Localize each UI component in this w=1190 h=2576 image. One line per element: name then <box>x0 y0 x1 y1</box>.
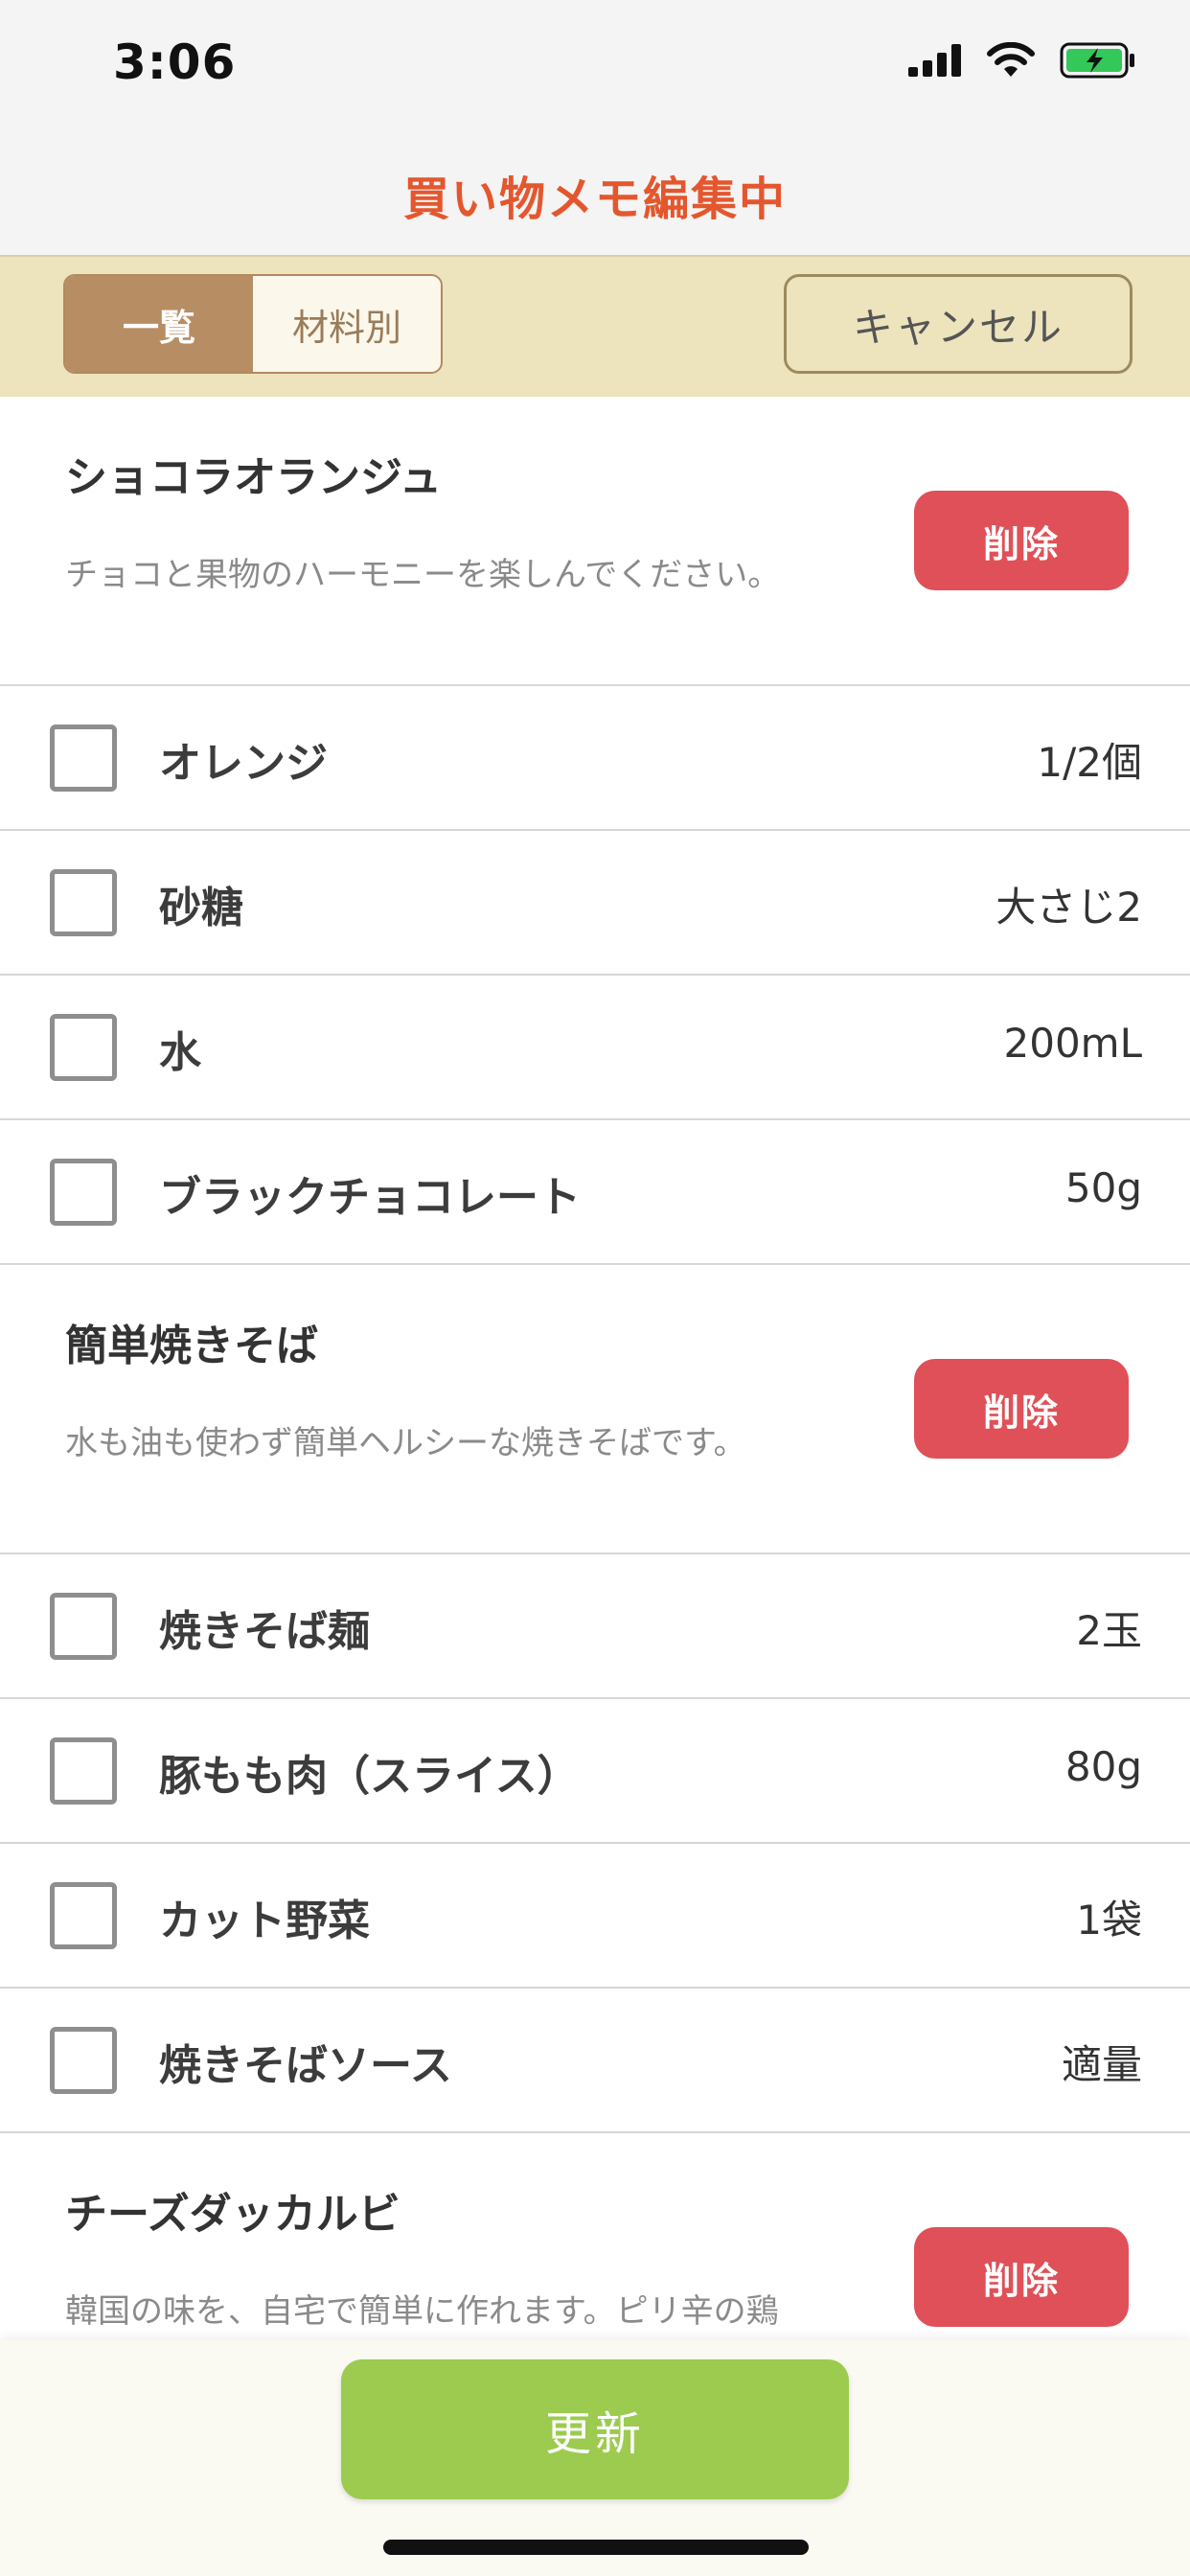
ingredient-row[interactable]: 焼きそばソース 適量 <box>0 1989 1190 2133</box>
ingredient-name: 豚もも肉（スライス） <box>159 1752 580 1801</box>
segment-by-ingredient[interactable]: 材料別 <box>253 276 441 372</box>
ingredient-quantity: 2玉 <box>1076 1607 1142 1654</box>
ingredient-checkbox[interactable] <box>50 1882 117 1949</box>
update-button[interactable]: 更新 <box>341 2359 849 2499</box>
bottom-bar: 更新 <box>0 2340 1190 2576</box>
ingredient-name: 砂糖 <box>159 884 243 932</box>
ingredient-checkbox[interactable] <box>50 869 117 936</box>
ingredient-row[interactable]: ブラックチョコレート 50g <box>0 1120 1190 1265</box>
home-indicator[interactable] <box>383 2540 809 2555</box>
ingredient-row[interactable]: 豚もも肉（スライス） 80g <box>0 1699 1190 1844</box>
battery-charging-icon <box>1060 42 1134 79</box>
ingredient-row[interactable]: 水 200mL <box>0 976 1190 1120</box>
ingredient-quantity: 80g <box>1064 1743 1142 1790</box>
recipe-header: 簡単焼きそば 水も油も使わず簡単ヘルシーな焼きそばです。 削除 <box>0 1265 1190 1554</box>
delete-button[interactable]: 削除 <box>914 2227 1129 2327</box>
ingredient-quantity: 大さじ2 <box>995 884 1142 931</box>
ingredient-quantity: 50g <box>1064 1164 1142 1211</box>
view-segmented-control: 一覧 材料別 <box>63 274 443 374</box>
recipe-description: チョコと果物のハーモニーを楽しんでください。 <box>65 556 781 594</box>
ingredient-name: 焼きそば麺 <box>159 1607 370 1656</box>
toolbar: 一覧 材料別 キャンセル <box>0 257 1190 397</box>
ingredient-checkbox[interactable] <box>50 724 117 792</box>
recipe-title: 簡単焼きそば <box>65 1322 318 1370</box>
recipe-description: 韓国の味を、自宅で簡単に作れます。ピリ辛の鶏 <box>65 2292 779 2331</box>
ingredient-checkbox[interactable] <box>50 1737 117 1805</box>
ingredient-row[interactable]: 砂糖 大さじ2 <box>0 831 1190 976</box>
delete-button[interactable]: 削除 <box>914 1359 1129 1459</box>
ingredient-quantity: 1袋 <box>1076 1897 1142 1944</box>
ingredient-checkbox[interactable] <box>50 1593 117 1660</box>
status-bar: 3:06 <box>0 0 1190 134</box>
ingredient-row[interactable]: 焼きそば麺 2玉 <box>0 1554 1190 1699</box>
ingredient-checkbox[interactable] <box>50 1014 117 1081</box>
status-icons <box>908 42 1136 79</box>
delete-button[interactable]: 削除 <box>914 491 1129 590</box>
ingredient-name: カット野菜 <box>159 1897 370 1945</box>
ingredient-name: ブラックチョコレート <box>159 1173 581 1222</box>
recipe-header: ショコラオランジュ チョコと果物のハーモニーを楽しんでください。 削除 <box>0 397 1190 686</box>
shopping-list: ショコラオランジュ チョコと果物のハーモニーを楽しんでください。 削除 オレンジ… <box>0 397 1190 2423</box>
ingredient-row[interactable]: カット野菜 1袋 <box>0 1844 1190 1989</box>
recipe-title: チーズダッカルビ <box>65 2190 400 2239</box>
recipe-description: 水も油も使わず簡単ヘルシーな焼きそばです。 <box>65 1424 746 1462</box>
ingredient-quantity: 適量 <box>1061 2041 1142 2088</box>
recipe-title: ショコラオランジュ <box>65 453 442 502</box>
ingredient-name: オレンジ <box>159 739 328 788</box>
ingredient-quantity: 1/2個 <box>1037 739 1142 786</box>
ingredient-quantity: 200mL <box>1003 1020 1142 1067</box>
ingredient-name: 水 <box>159 1028 201 1077</box>
page-title: 買い物メモ編集中 <box>402 172 787 226</box>
status-time: 3:06 <box>113 34 237 90</box>
ingredient-row[interactable]: オレンジ 1/2個 <box>0 686 1190 831</box>
signal-icon <box>908 44 961 77</box>
cancel-button[interactable]: キャンセル <box>784 274 1133 374</box>
segment-list[interactable]: 一覧 <box>65 276 253 372</box>
ingredient-checkbox[interactable] <box>50 2027 117 2094</box>
wifi-icon <box>987 42 1035 77</box>
ingredient-name: 焼きそばソース <box>159 2041 452 2090</box>
nav-bar: 買い物メモ編集中 <box>0 134 1190 257</box>
ingredient-checkbox[interactable] <box>50 1159 117 1226</box>
